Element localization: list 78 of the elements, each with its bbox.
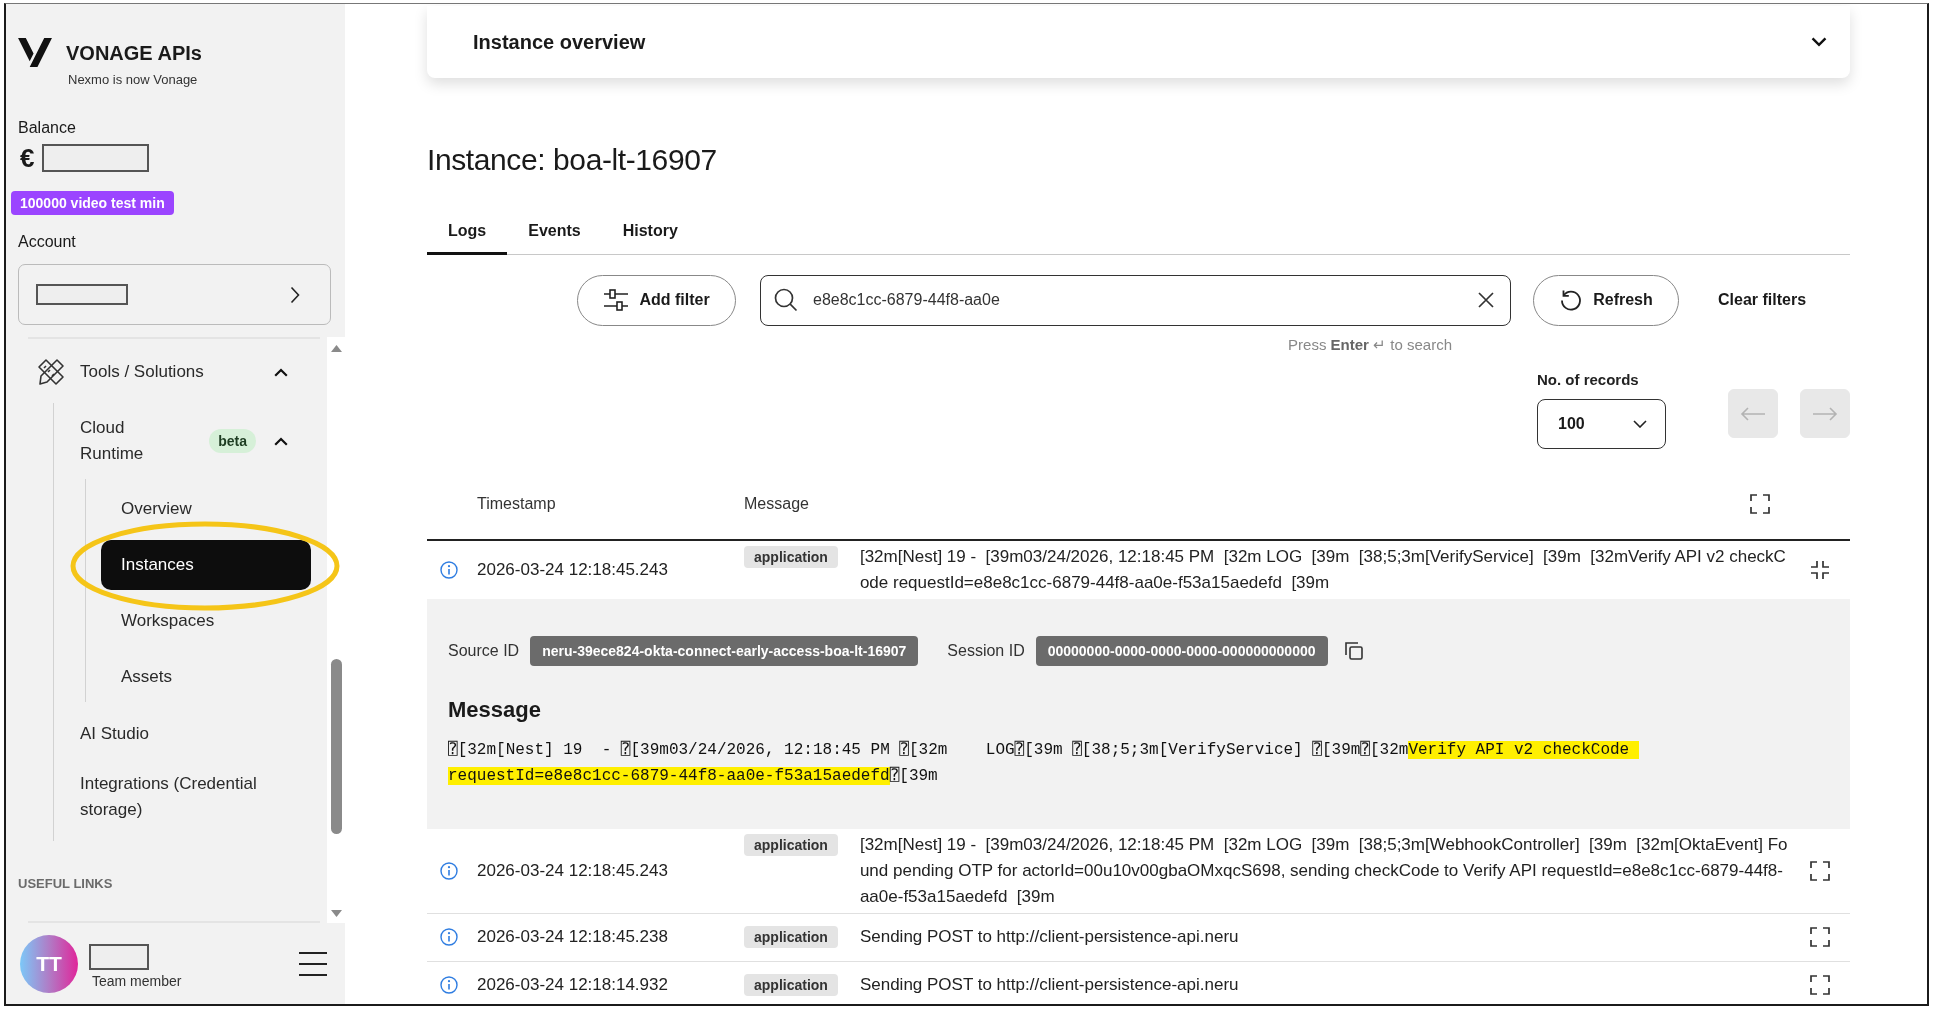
search-field[interactable]: e8e8c1cc-6879-44f8-aa0e (760, 274, 1511, 326)
scroll-up-icon[interactable] (330, 345, 342, 352)
records-select[interactable]: 100 (1537, 398, 1666, 449)
tagline: Nexmo is now Vonage (68, 72, 198, 88)
info-icon (440, 976, 458, 994)
chevron-up-icon[interactable] (274, 367, 288, 377)
currency-symbol: € (20, 144, 35, 172)
menu-icon[interactable] (298, 950, 328, 977)
clear-icon[interactable] (1477, 290, 1495, 309)
timestamp-cell-text: 2026-03-24 12:18:14.932 (477, 975, 669, 995)
field-label: Session ID (947, 641, 1025, 660)
scrollbar[interactable] (327, 337, 345, 923)
source-badge: application (744, 545, 838, 568)
nav-item[interactable]: Workspaces (101, 596, 311, 646)
user-role: Team member (92, 971, 182, 990)
nav-item[interactable]: Overview (101, 484, 311, 534)
brand-name: VONAGE APIs (66, 42, 202, 64)
column-header: Timestamp (477, 494, 556, 513)
section-heading: Message (448, 695, 541, 724)
beta-badge: beta (209, 429, 256, 453)
account-label: Account (18, 232, 76, 252)
sliders-icon (603, 288, 630, 312)
nav-item[interactable]: Tools / Solutions (28, 358, 274, 386)
scroll-down-icon[interactable] (330, 910, 342, 917)
tab[interactable]: Logs (427, 210, 508, 255)
timestamp-cell-text: 2026-03-24 12:18:45.238 (477, 927, 669, 947)
accordion-header[interactable]: Instance overview (427, 6, 1850, 78)
log-message: Sending POST to http://client-persistence-api.neru (859, 926, 1240, 948)
page-title: Instance: boa-lt-16907 (427, 142, 717, 178)
tools-icon (37, 358, 65, 386)
log-message: [32m[Nest] 19 - [39m03/24/2026, 12:18:45 PM [32m LOG [39m [38;5;3m[VerifyService] [39m [32mVerify API v2 checkCode requestId=e8e8c1cc-6879-44f8-aa0e-f53a15aedefd [39m (859, 545, 1787, 594)
account-selector[interactable] (18, 264, 331, 325)
timestamp-cell-text: 2026-03-24 12:18:45.243 (477, 860, 669, 881)
search-icon (774, 287, 798, 312)
clear-filters-button[interactable]: Clear filters (1698, 274, 1827, 326)
nav-item[interactable]: Integrations (Credential storage) (80, 771, 288, 823)
expand-icon[interactable] (1810, 927, 1830, 947)
arrow-right-icon (1812, 405, 1838, 422)
chevron-down-icon[interactable] (1811, 37, 1827, 47)
nav-item[interactable]: Assets (101, 652, 311, 702)
source-badge: application (744, 833, 838, 856)
source-badge: application (744, 974, 838, 996)
info-icon (440, 928, 458, 946)
chevron-up-icon[interactable] (274, 436, 288, 446)
nav-item[interactable]: AI Studio (80, 721, 288, 747)
timestamp-cell-text: 2026-03-24 12:18:45.243 (477, 559, 669, 580)
collapse-icon[interactable] (1810, 559, 1830, 580)
id-chip: 00000000-0000-0000-0000-000000000000 (1035, 635, 1328, 666)
expand-icon[interactable] (1810, 975, 1830, 995)
field-label: Source ID (448, 641, 520, 660)
id-chip: neru-39ece824-okta-connect-early-access-boa-lt-16907 (530, 635, 919, 666)
nav-item[interactable]: Instances (101, 540, 311, 590)
chevron-down-icon (1633, 419, 1647, 428)
tab[interactable]: History (601, 210, 699, 255)
section-heading: USEFUL LINKS (18, 875, 113, 893)
copy-icon[interactable] (1343, 640, 1364, 661)
refresh-icon (1559, 288, 1584, 312)
add-filter-button[interactable]: Add filter (577, 274, 736, 326)
search-hint: Press Enter ↵ to search (1288, 335, 1452, 354)
expand-icon[interactable] (1750, 493, 1770, 514)
source-badge: application (744, 926, 838, 948)
expand-icon[interactable] (1810, 860, 1830, 881)
info-icon (440, 861, 458, 880)
nav-item[interactable]: Cloud Runtime (80, 415, 210, 467)
chevron-right-icon (290, 285, 300, 304)
column-header: Message (744, 494, 809, 513)
log-message: Sending POST to http://client-persistence-api.neru (859, 974, 1240, 996)
scrollbar-thumb[interactable] (330, 659, 342, 834)
logo-icon (18, 37, 53, 68)
tab[interactable]: Events (507, 210, 602, 255)
info-icon (440, 560, 458, 579)
records-label: No. of records (1537, 370, 1639, 389)
arrow-left-icon (1740, 405, 1766, 422)
balance-label: Balance (18, 118, 76, 138)
redaction-box (89, 943, 149, 970)
log-message: [32m[Nest] 19 - [39m03/24/2026, 12:18:45 PM [32m LOG [39m [38;5;3m[WebhookController] [39m [32m[OktaEvent] Found pending OTP for actorId=00u10v00gbaOMxqcS698, sending checkCode to Verify API requestId=e8e8c1cc-6879-44f8-aa0e-f53a15aedefd [39m (859, 833, 1789, 908)
promo-badge: 100000 video test min (11, 191, 174, 215)
refresh-button[interactable]: Refresh (1533, 274, 1679, 326)
